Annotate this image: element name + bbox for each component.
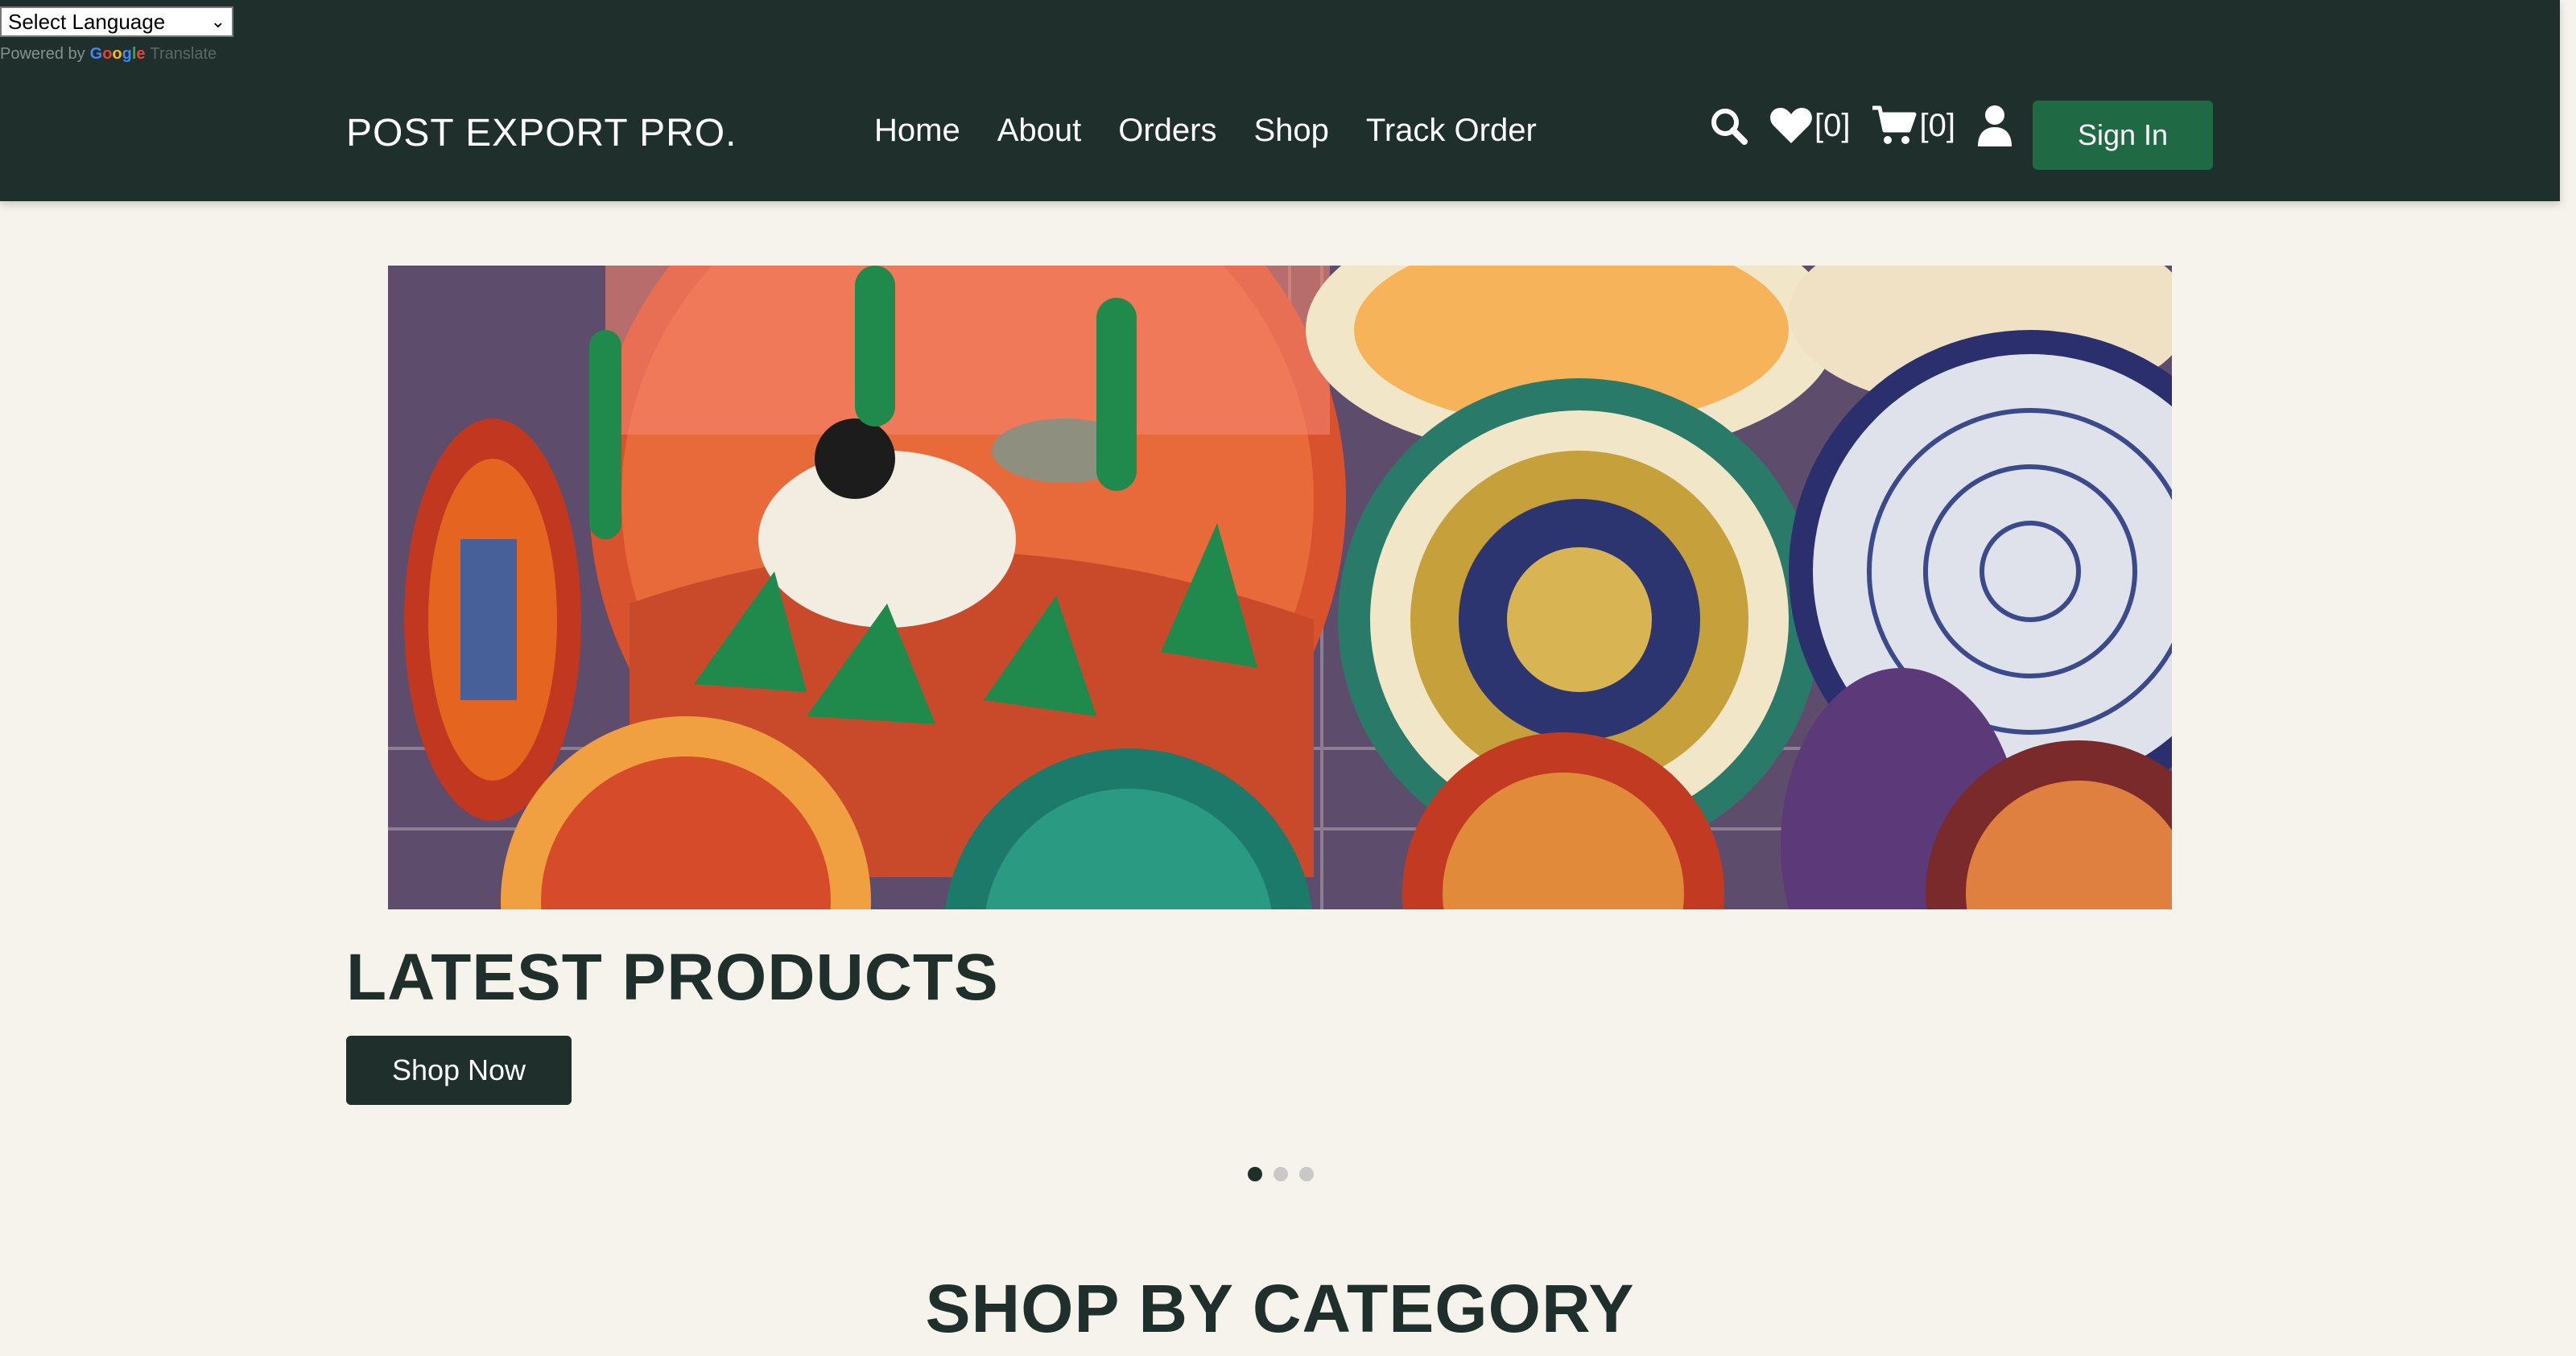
carousel-dot-1[interactable] (1248, 1167, 1262, 1181)
sign-in-button[interactable]: Sign In (2033, 101, 2213, 170)
main-nav: Home About Orders Shop Track Order (874, 113, 1537, 149)
site-logo[interactable]: POST EXPORT PRO. (346, 111, 737, 155)
chevron-down-icon: ⌄ (210, 11, 225, 31)
translate-text: Translate (150, 45, 217, 63)
heart-icon (1769, 106, 1813, 145)
language-select[interactable]: Select Language ⌄ (0, 6, 233, 37)
site-header: Select Language ⌄ Powered by Google Tran… (0, 0, 2560, 201)
wishlist-count: [0] (1814, 107, 1851, 143)
carousel-dot-2[interactable] (1274, 1167, 1288, 1181)
user-icon[interactable] (1976, 105, 2013, 146)
shop-now-button[interactable]: Shop Now (346, 1036, 572, 1105)
wishlist-button[interactable]: [0] (1769, 106, 1850, 145)
powered-by-text: Powered by (0, 45, 85, 63)
nav-track-order[interactable]: Track Order (1366, 113, 1537, 149)
hero-heading: LATEST PRODUCTS (346, 941, 999, 1014)
google-translate-attribution: Powered by Google Translate (0, 45, 217, 64)
carousel-indicators (1248, 1167, 1314, 1181)
cart-count: [0] (1919, 107, 1955, 143)
search-icon[interactable] (1708, 105, 1748, 146)
nav-about[interactable]: About (997, 113, 1082, 149)
shop-by-category-heading: SHOP BY CATEGORY (925, 1271, 1635, 1346)
google-logo: Google (89, 45, 146, 63)
nav-orders[interactable]: Orders (1118, 113, 1216, 149)
cart-icon (1871, 105, 1918, 146)
cart-button[interactable]: [0] (1871, 105, 1955, 146)
header-icons: [0] [0] (1708, 105, 2013, 146)
carousel-dot-3[interactable] (1299, 1167, 1314, 1181)
language-select-label: Select Language (8, 9, 166, 34)
hero-image (388, 266, 2172, 909)
nav-home[interactable]: Home (874, 113, 960, 149)
nav-shop[interactable]: Shop (1253, 113, 1328, 149)
